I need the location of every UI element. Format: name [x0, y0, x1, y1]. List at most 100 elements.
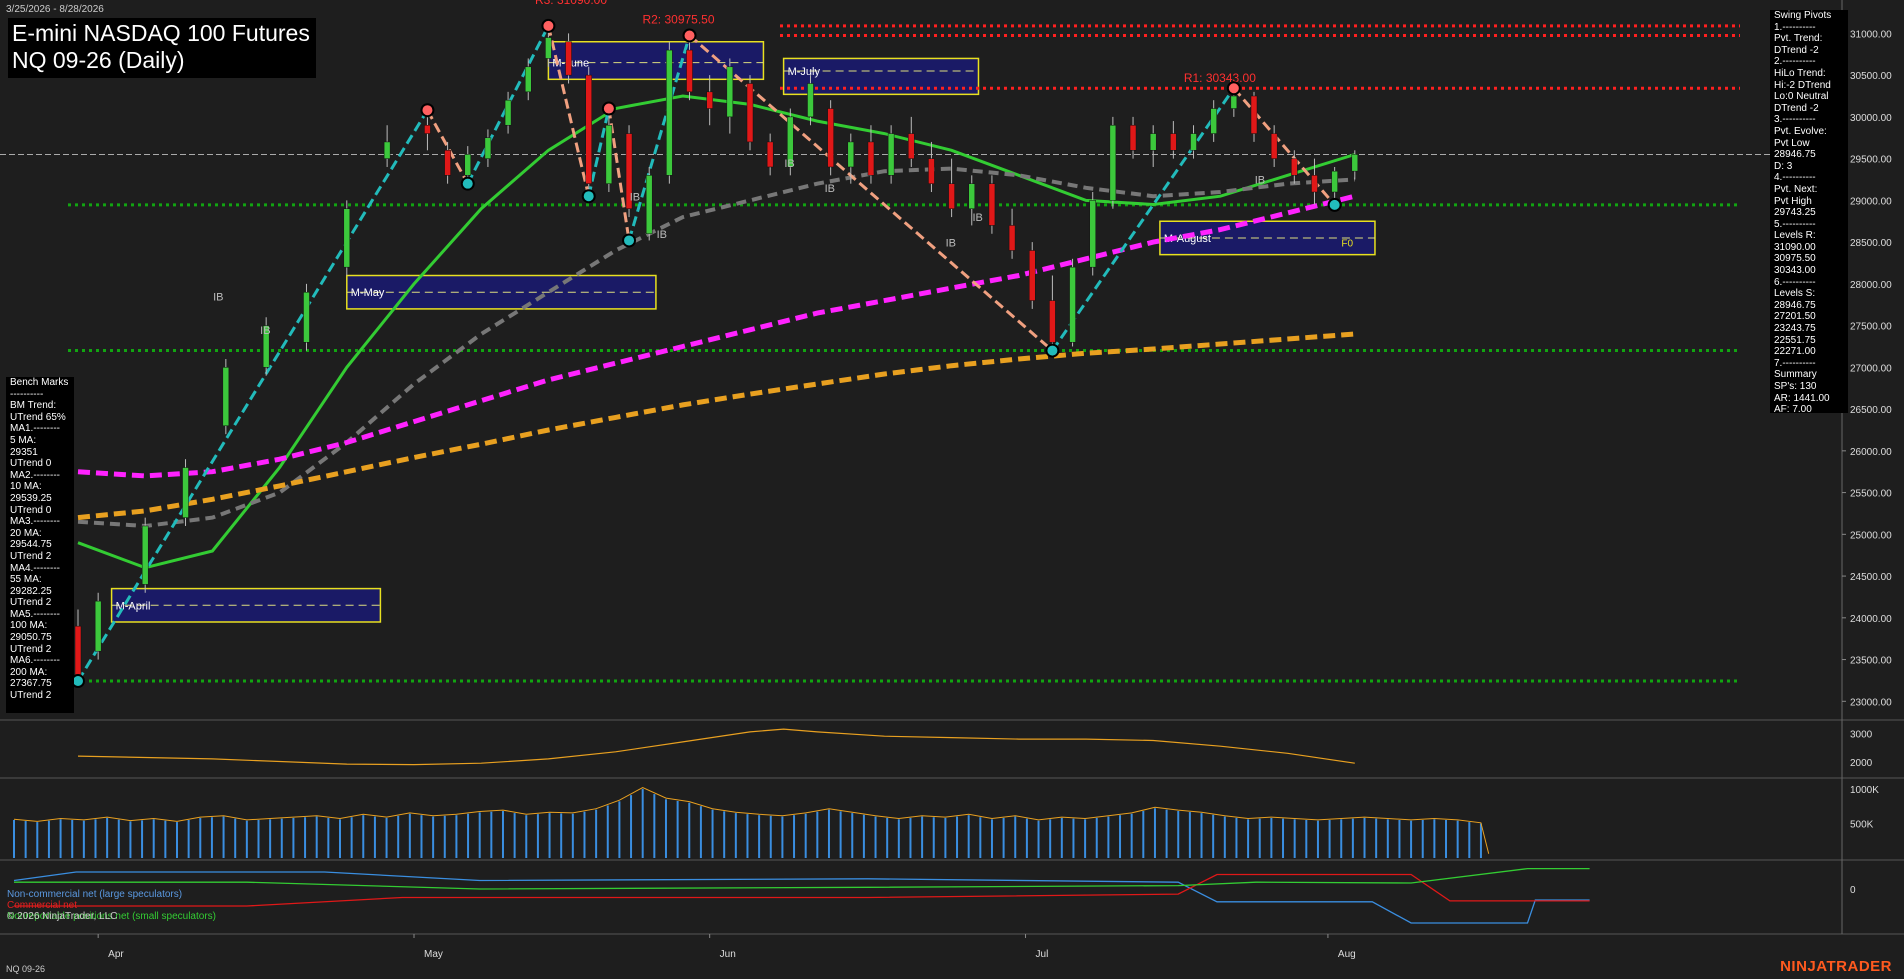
swing-panel-line: 4.----------	[1774, 172, 1816, 184]
candle-body	[908, 133, 915, 159]
candle-body	[424, 124, 431, 134]
price-axis-label: 25500.00	[1850, 489, 1892, 500]
swing-panel-line: 1.----------	[1774, 21, 1816, 33]
swing-panel-line: Pvt Low	[1774, 137, 1810, 149]
candle-body	[887, 133, 895, 176]
swing-panel-line: AR: 1441.00	[1774, 392, 1830, 404]
bench-panel-line: UTrend 0	[10, 504, 52, 516]
swing-panel-line: Levels R:	[1774, 230, 1816, 242]
swing-panel-line: 3.----------	[1774, 114, 1816, 126]
candle-body	[847, 141, 855, 168]
ib-label: IB	[657, 229, 667, 241]
swing-panel-line: 30975.50	[1774, 253, 1816, 265]
osc-axis-label: 2000	[1850, 758, 1873, 769]
candle-body	[726, 66, 734, 118]
bench-panel-line: BM Trend:	[10, 400, 57, 412]
candle-body	[1291, 158, 1298, 176]
swing-point-marker	[1327, 197, 1342, 212]
price-axis-label: 29500.00	[1850, 155, 1892, 166]
candle-body	[988, 183, 996, 226]
candle-body	[524, 66, 532, 93]
candle-body	[1270, 133, 1278, 159]
price-axis-label: 26000.00	[1850, 447, 1892, 458]
candle-body	[928, 158, 935, 184]
candle-body	[1170, 133, 1177, 151]
swing-line	[1051, 87, 1236, 352]
swing-panel-line: SP's: 130	[1774, 381, 1817, 392]
candle-body	[645, 175, 653, 235]
candle-body	[1089, 200, 1096, 268]
swing-panel-line: Hi:-2 DTrend	[1774, 79, 1831, 91]
bench-panel-line: 29544.75	[10, 539, 52, 551]
swing-panel-line: 30343.00	[1774, 265, 1816, 277]
zone-label: M-May	[351, 287, 385, 299]
cot-axis-label: 0	[1850, 885, 1856, 896]
ninjatrader-logo: NINJATRADER	[1780, 958, 1892, 975]
swing-panel-line: Pvt. Next:	[1774, 183, 1818, 195]
volume-axis-label: 500K	[1850, 819, 1874, 830]
candle-body	[141, 525, 149, 585]
candle-body	[766, 141, 774, 168]
swing-panel-line: DTrend -2	[1774, 102, 1819, 114]
swing-panel-line: D: 3	[1774, 160, 1793, 172]
candle-body	[585, 74, 592, 184]
price-axis-label: 26500.00	[1850, 405, 1892, 416]
bench-panel-line: UTrend 2	[10, 597, 52, 609]
resistance-label: R3: 31090.00	[535, 0, 607, 7]
price-axis-label: 31000.00	[1850, 29, 1892, 40]
price-axis-label: 28000.00	[1850, 280, 1892, 291]
swing-panel-line: Levels S:	[1774, 288, 1816, 300]
swing-point-marker	[460, 176, 475, 191]
candle-body	[666, 49, 673, 176]
bench-panel-line: MA3.--------	[10, 516, 60, 528]
candle-body	[1008, 225, 1016, 251]
bench-panel-line: 100 MA:	[10, 620, 48, 632]
swing-panel-line: 6.----------	[1774, 276, 1816, 288]
candle-body	[1210, 108, 1217, 134]
price-chart[interactable]: 23000.00 23500.00 24000.00 24500.00 25000.00…	[0, 0, 1904, 979]
candle-body	[948, 183, 955, 209]
resistance-label: R2: 30975.50	[642, 12, 714, 26]
bench-panel-line: UTrend 0	[10, 458, 52, 470]
ib-label: IB	[630, 191, 640, 203]
time-axis-label: Aug	[1338, 949, 1356, 960]
candle-body	[1069, 266, 1076, 343]
swing-point-marker	[581, 189, 596, 204]
price-axis-label: 29000.00	[1850, 196, 1892, 207]
bench-panel-line: MA6.--------	[10, 655, 60, 667]
candle-body	[686, 49, 693, 93]
candle-body	[444, 150, 451, 176]
swing-panel-line: Lo:0 Neutral	[1774, 91, 1829, 103]
candle-body	[807, 83, 814, 118]
candle-body	[827, 108, 834, 168]
bench-panel-line: MA2.--------	[10, 469, 60, 481]
fib-label: F0	[1341, 238, 1353, 249]
swing-panel-line: 28946.75	[1774, 149, 1816, 161]
price-axis-label: 27500.00	[1850, 322, 1892, 333]
bench-panel-line: 55 MA:	[10, 574, 42, 586]
swing-panel-line: Pvt High	[1774, 195, 1812, 207]
candle-body	[1149, 133, 1157, 151]
candle-body	[74, 625, 82, 677]
bench-panel-line: ----------	[10, 388, 44, 400]
candle-body	[1351, 154, 1359, 172]
price-axis-label: 23000.00	[1850, 697, 1892, 708]
price-axis-label: 25000.00	[1850, 530, 1892, 541]
swing-point-marker	[622, 233, 637, 248]
copyright: © 2026 NinjaTrader, LLC	[7, 911, 118, 922]
footer-symbol: NQ 09-26	[6, 964, 46, 974]
swing-panel-line: 31090.00	[1774, 241, 1816, 253]
swing-point-marker	[541, 18, 556, 33]
zone-label: M-July	[788, 66, 821, 78]
swing-panel-line: 22271.00	[1774, 346, 1816, 358]
candle-body	[545, 37, 552, 59]
candle-body	[706, 91, 713, 109]
ib-label: IB	[260, 325, 270, 337]
swing-point-marker	[1226, 81, 1241, 96]
bench-panel-line: 29282.25	[10, 585, 52, 597]
candle-body	[565, 41, 572, 76]
bench-panel-line: 200 MA:	[10, 666, 48, 678]
swing-panel-line: 5.----------	[1774, 218, 1816, 230]
swing-panel-line: 23243.75	[1774, 323, 1816, 335]
ib-label: IB	[946, 237, 956, 249]
